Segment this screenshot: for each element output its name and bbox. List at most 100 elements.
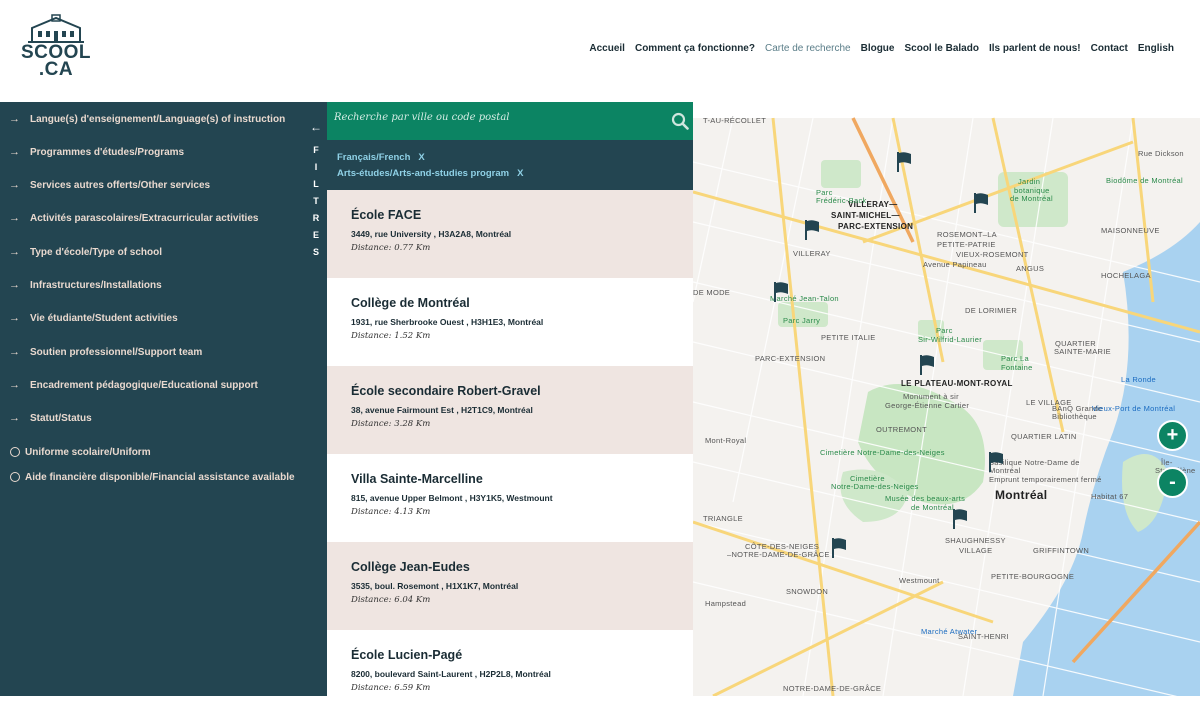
map-label: George-Étienne Cartier [885, 401, 970, 410]
filter-label: Type d'école/Type of school [30, 246, 163, 258]
filter-language[interactable]: → Langue(s) d'enseignement/Language(s) o… [0, 109, 285, 129]
school-name[interactable]: École secondaire Robert-Gravel [351, 384, 541, 398]
filtres-collapse-toggle[interactable]: ← F I L T R E S [305, 120, 327, 261]
school-card[interactable]: École Lucien-Pagé 8200, boulevard Saint-… [327, 630, 693, 718]
nav-ils-parlent[interactable]: Ils parlent de nous! [989, 43, 1081, 54]
filter-label: Programmes d'études/Programs [30, 146, 185, 158]
school-card[interactable]: Villa Sainte-Marcelline 815, avenue Uppe… [327, 454, 693, 542]
map-label: PARC-EXTENSION [838, 222, 914, 231]
nav-english[interactable]: English [1138, 43, 1174, 54]
filter-label: Soutien professionnel/Support team [30, 346, 203, 358]
school-name[interactable]: Collège de Montréal [351, 296, 470, 310]
map-label: PETITE-BOURGOGNE [991, 572, 1075, 581]
school-distance: Distance: 0.77 Km [351, 243, 431, 253]
map-label: SNOWDON [786, 587, 829, 596]
map-label: Rue Dickson [1138, 149, 1184, 158]
arrow-right-icon: → [9, 312, 20, 324]
nav-carte-de-recherche[interactable]: Carte de recherche [765, 43, 851, 54]
map-label: VILLAGE [959, 546, 993, 555]
map-label: –NOTRE-DAME-DE-GRÂCE [727, 550, 830, 559]
school-flag-icon[interactable] [973, 193, 989, 213]
map-label: NOTRE-DAME-DE-GRÂCE [783, 684, 882, 693]
arrow-right-icon: → [9, 379, 20, 391]
radio-button[interactable] [10, 472, 20, 482]
map-label: PARC-EXTENSION [755, 354, 826, 363]
toggle-financial-assistance[interactable]: Aide financière disponible/Financial ass… [0, 467, 295, 487]
map-label: Marché Atwater [921, 627, 978, 636]
results-panel: Français/French X Arts-études/Arts-and-st… [327, 102, 693, 718]
school-card[interactable]: École FACE 3449, rue University , H3A2A8… [327, 190, 693, 278]
nav-balado[interactable]: Scool le Balado [904, 43, 978, 54]
arrow-right-icon: → [9, 412, 20, 424]
nav-accueil[interactable]: Accueil [589, 43, 625, 54]
filtres-letter: F [313, 145, 319, 155]
filter-infrastructures[interactable]: → Infrastructures/Installations [0, 275, 162, 295]
map-label: OUTREMONT [876, 425, 928, 434]
remove-filter-button[interactable]: X [517, 168, 523, 179]
school-name[interactable]: Villa Sainte-Marcelline [351, 472, 483, 486]
school-card[interactable]: Collège Jean-Eudes 3535, boul. Rosemont … [327, 542, 693, 630]
school-name[interactable]: École FACE [351, 208, 421, 222]
map-label: Musée des beaux-arts [885, 494, 966, 503]
zoom-out-button[interactable]: - [1157, 467, 1188, 498]
arrow-right-icon: → [9, 212, 20, 224]
filter-support-team[interactable]: → Soutien professionnel/Support team [0, 342, 202, 362]
zoom-in-button[interactable]: + [1157, 420, 1188, 451]
arrow-right-icon: → [9, 246, 20, 258]
filter-programs[interactable]: → Programmes d'études/Programs [0, 142, 184, 162]
site-header: SCOOL .CA Accueil Comment ça fonctionne?… [0, 0, 1200, 102]
map-label: GRIFFINTOWN [1033, 546, 1090, 555]
filter-educational-support[interactable]: → Encadrement pédagogique/Educational su… [0, 375, 258, 395]
map-label: SAINTE-MARIE [1054, 347, 1111, 356]
nav-comment-ca-fonctionne[interactable]: Comment ça fonctionne? [635, 43, 755, 54]
map-view[interactable]: T-AU-RÉCOLLET VILLERAY— SAINT-MICHEL— PA… [693, 102, 1200, 696]
school-name[interactable]: École Lucien-Pagé [351, 648, 462, 662]
filter-label: Encadrement pédagogique/Educational supp… [30, 379, 258, 391]
map-label: PETITE ITALIE [821, 333, 876, 342]
map-label: de Montréal [1010, 194, 1053, 203]
nav-contact[interactable]: Contact [1091, 43, 1128, 54]
school-address: 1931, rue Sherbrooke Ouest , H3H1E3, Mon… [351, 317, 544, 327]
map-label: VIEUX-ROSEMONT [956, 250, 1029, 259]
school-distance: Distance: 3.28 Km [351, 419, 431, 429]
map-label: Monument à sir [903, 392, 959, 401]
filter-status[interactable]: → Statut/Status [0, 408, 92, 428]
filter-extracurricular[interactable]: → Activités parascolaires/Extracurricula… [0, 208, 258, 228]
toggle-label: Aide financière disponible/Financial ass… [25, 471, 295, 483]
map-label: SAINT-MICHEL— [831, 211, 900, 220]
map-label: ANGUS [1016, 264, 1045, 273]
main-nav: Accueil Comment ça fonctionne? Carte de … [589, 43, 1174, 54]
arrow-left-icon: ← [310, 120, 322, 134]
map-label: Parc Jarry [783, 316, 821, 325]
map-label: Parc La [1001, 354, 1029, 363]
map-label: Habitat 67 [1091, 492, 1129, 501]
filter-school-type[interactable]: → Type d'école/Type of school [0, 242, 162, 262]
school-card[interactable]: École secondaire Robert-Gravel 38, avenu… [327, 366, 693, 454]
toggle-uniform[interactable]: Uniforme scolaire/Uniform [0, 442, 151, 462]
school-flag-icon[interactable] [952, 509, 968, 529]
radio-button[interactable] [10, 447, 20, 457]
search-icon[interactable] [671, 112, 689, 130]
school-card[interactable]: Collège de Montréal 1931, rue Sherbrooke… [327, 278, 693, 366]
filter-student-activities[interactable]: → Vie étudiante/Student activities [0, 308, 178, 328]
filtres-letter: T [313, 196, 319, 206]
school-flag-icon[interactable] [896, 152, 912, 172]
filter-services[interactable]: → Services autres offerts/Other services [0, 175, 210, 195]
search-input[interactable] [334, 112, 654, 123]
map-label: PETITE-PATRIE [937, 240, 996, 249]
map-label: Montréal [995, 488, 1048, 502]
school-name[interactable]: Collège Jean-Eudes [351, 560, 470, 574]
school-flag-icon[interactable] [773, 282, 789, 302]
school-flag-icon[interactable] [988, 452, 1004, 472]
school-flag-icon[interactable] [804, 220, 820, 240]
remove-filter-button[interactable]: X [418, 152, 424, 163]
nav-blogue[interactable]: Blogue [861, 43, 895, 54]
map-label: Emprunt temporairement fermé [989, 475, 1102, 484]
school-flag-icon[interactable] [831, 538, 847, 558]
school-flag-icon[interactable] [919, 355, 935, 375]
scool-logo[interactable]: SCOOL .CA [16, 14, 96, 86]
map-label: ROSEMONT–LA [937, 230, 997, 239]
school-address: 8200, boulevard Saint-Laurent , H2P2L8, … [351, 669, 551, 679]
map-label: Bibliothèque [1052, 412, 1097, 421]
filter-label: Vie étudiante/Student activities [30, 312, 178, 324]
